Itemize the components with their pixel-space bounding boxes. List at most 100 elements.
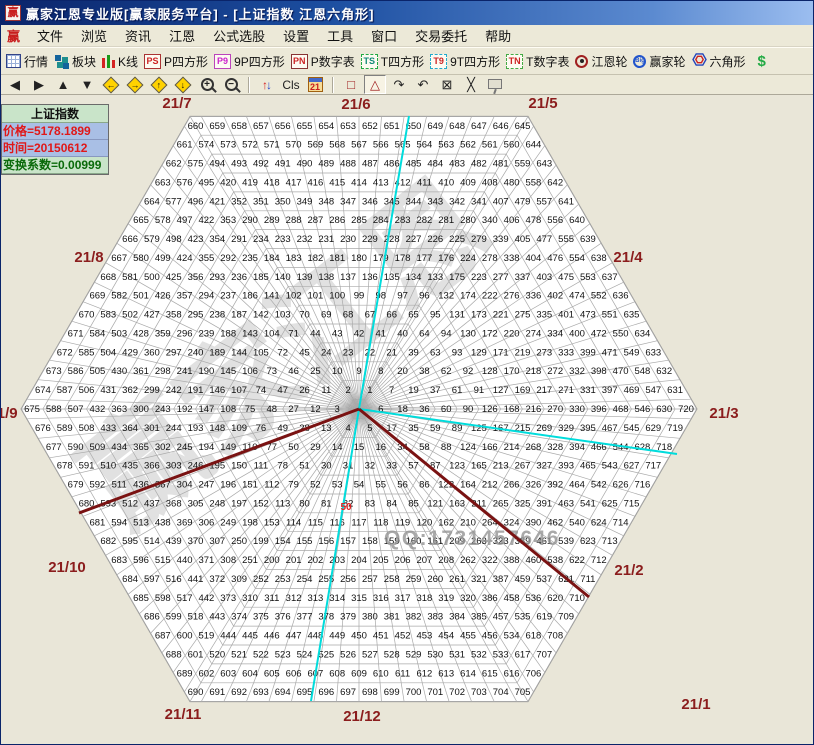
cls-button[interactable]: Cls [280,75,302,94]
nav-right-button[interactable]: ▶ [28,75,50,94]
quotes-button[interactable]: 行情 [3,49,51,73]
svg-text:489: 489 [318,159,334,170]
menu-item-4[interactable]: 公式选股 [204,24,274,47]
svg-text:634: 634 [634,329,650,340]
svg-text:611: 611 [395,668,410,679]
nav-up-button[interactable]: ▲ [52,75,74,94]
pan-up-button[interactable]: ↑ [148,75,170,94]
sectors-button[interactable]: 板块 [51,49,99,73]
zoom-in-button[interactable]: + [196,75,218,94]
titlebar[interactable]: 赢 赢家江恩专业版[赢家服务平台] - [上证指数 江恩六角形] [1,1,814,25]
menu-item-7[interactable]: 窗口 [362,24,406,47]
rotate-cw-button[interactable]: ↷ [388,75,410,94]
svg-text:185: 185 [253,272,269,283]
menu-item-5[interactable]: 设置 [274,24,318,47]
gann-wheel-button[interactable]: 江恩轮 [572,49,630,73]
svg-text:363: 363 [111,404,127,415]
svg-text:79: 79 [288,480,299,491]
triangle-tool-button[interactable]: △ [364,75,386,94]
menu-item-1[interactable]: 浏览 [72,24,116,47]
svg-text:497: 497 [177,215,193,226]
menu-item-3[interactable]: 江恩 [160,24,204,47]
svg-text:410: 410 [438,177,454,188]
pan-left-button[interactable]: ← [100,75,122,94]
svg-text:613: 613 [438,668,454,679]
svg-text:188: 188 [220,329,236,340]
svg-text:531: 531 [449,649,465,660]
svg-text:145: 145 [220,366,236,377]
p-square-button[interactable]: PSP四方形 [141,49,211,73]
svg-text:355: 355 [198,253,214,264]
svg-text:563: 563 [438,140,454,151]
square-tool-button[interactable]: □ [340,75,362,94]
t-square-button[interactable]: TST四方形 [358,49,427,73]
zoom-out-button[interactable]: − [220,75,242,94]
svg-text:372: 372 [209,574,225,585]
menu-item-6[interactable]: 工具 [318,24,362,47]
svg-text:349: 349 [297,196,313,207]
kline-button[interactable]: K线 [99,49,141,73]
menu-item-0[interactable]: 文件 [28,24,72,47]
dollar-button[interactable]: $ [755,49,769,73]
hexagon-button[interactable]: 六角形 [689,49,749,73]
9t-square-button[interactable]: T99T四方形 [427,49,503,73]
svg-text:146: 146 [209,385,225,396]
svg-text:591: 591 [79,461,95,472]
svg-text:68: 68 [343,310,354,321]
svg-text:83: 83 [365,498,376,509]
svg-text:704: 704 [493,687,509,698]
rotate-ccw-button[interactable]: ↶ [412,75,434,94]
svg-text:240: 240 [188,347,204,358]
t-table-button[interactable]: TNT数字表 [503,49,572,73]
p-table-button[interactable]: PNP数字表 [288,49,358,73]
svg-text:625: 625 [602,498,618,509]
svg-text:519: 519 [198,631,214,642]
menu-item-9[interactable]: 帮助 [476,24,520,47]
svg-text:38: 38 [419,366,430,377]
svg-text:72: 72 [277,347,288,358]
svg-text:709: 709 [558,612,574,623]
board-button[interactable] [484,75,506,94]
svg-text:638: 638 [591,253,607,264]
svg-text:568: 568 [329,140,345,151]
svg-text:53: 53 [332,480,343,491]
calendar-button[interactable]: 21 [304,75,326,94]
svg-text:55: 55 [376,480,387,491]
toolbar-label: 9P四方形 [234,53,285,70]
svg-text:678: 678 [57,461,73,472]
pan-down-button[interactable]: ↓ [172,75,194,94]
svg-text:277: 277 [493,272,509,283]
svg-text:459: 459 [515,574,531,585]
svg-text:488: 488 [340,159,356,170]
pan-right-button[interactable]: → [124,75,146,94]
svg-text:300: 300 [133,404,149,415]
svg-text:509: 509 [89,442,105,453]
menu-item-8[interactable]: 交易委托 [406,24,476,47]
toolbar-label: 9T四方形 [450,53,500,70]
nav-left-button[interactable]: ◀ [4,75,26,94]
svg-text:23: 23 [343,347,354,358]
winner-wheel-button[interactable]: Big赢家轮 [630,49,688,73]
info-row-0: 价格=5178.1899 [2,123,108,140]
svg-text:63: 63 [430,347,441,358]
svg-text:675: 675 [24,404,40,415]
collapse-button[interactable]: ╳ [460,75,482,94]
svg-text:467: 467 [602,423,618,434]
svg-text:2: 2 [345,385,350,396]
select-box-button[interactable]: ⊠ [436,75,458,94]
nav-down-button[interactable]: ▼ [76,75,98,94]
svg-text:101: 101 [307,291,323,302]
svg-text:86: 86 [419,480,430,491]
svg-text:487: 487 [362,159,378,170]
9p-square-button[interactable]: P99P四方形 [211,49,288,73]
svg-text:196: 196 [220,480,236,491]
svg-text:170: 170 [504,366,520,377]
menu-item-2[interactable]: 资讯 [116,24,160,47]
updown-button[interactable]: ↑↓ [256,75,278,94]
svg-text:109: 109 [231,423,247,434]
svg-text:581: 581 [122,272,138,283]
svg-text:69: 69 [321,310,332,321]
svg-text:500: 500 [144,272,160,283]
svg-text:328: 328 [547,442,563,453]
svg-text:357: 357 [177,291,193,302]
